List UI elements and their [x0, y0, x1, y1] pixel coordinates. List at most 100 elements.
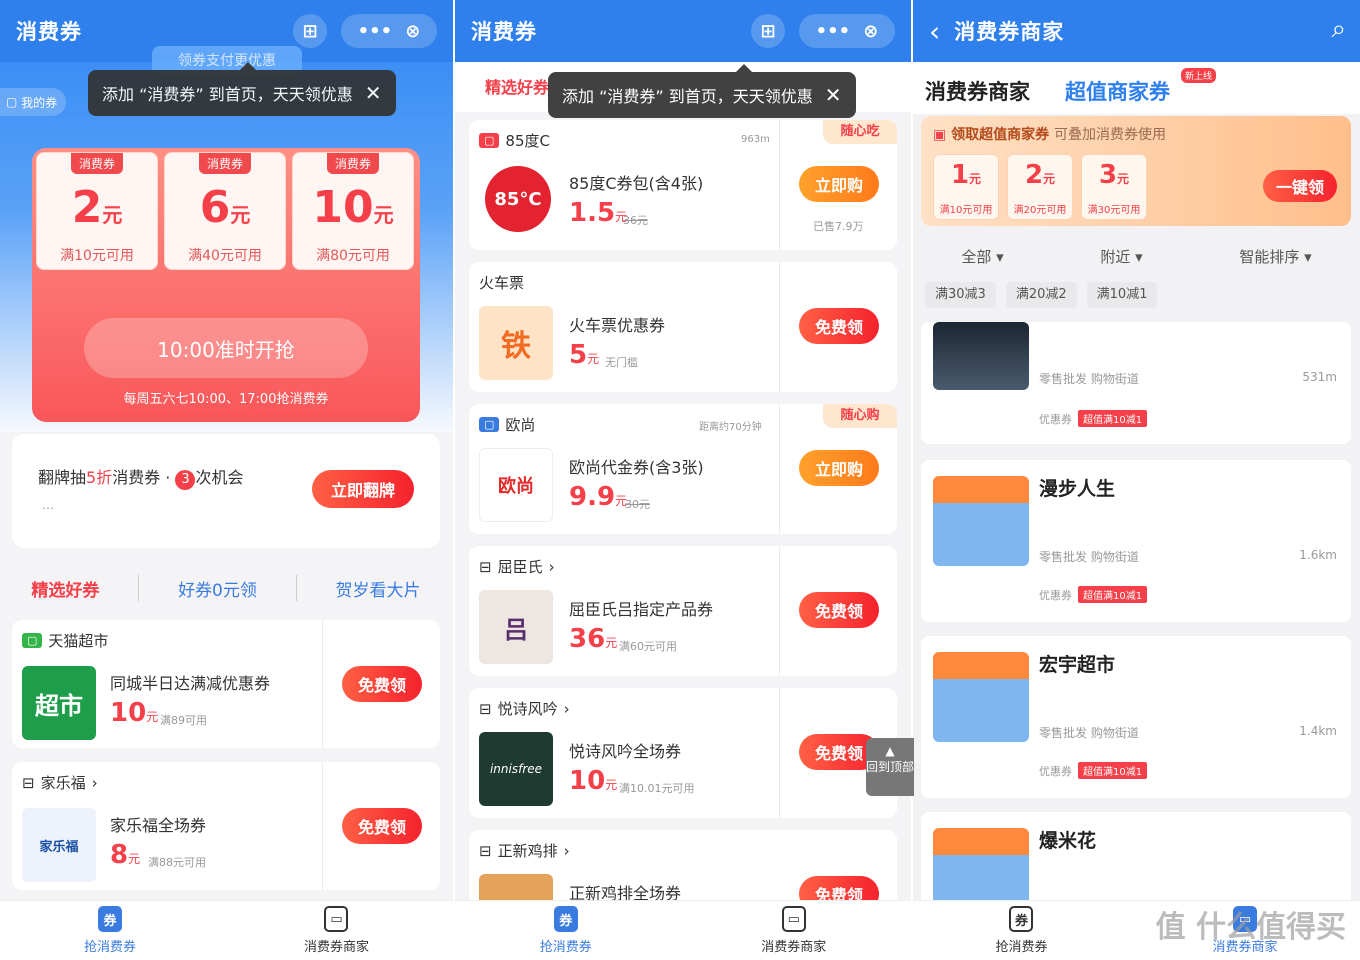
merchant-card[interactable]: 宏宇超市 零售批发 购物街道 1.4km 优惠券 超值满10减1	[921, 636, 1351, 798]
claim-free-button[interactable]: 免费领	[799, 308, 879, 344]
coupon-list-item[interactable]: ▢ 天猫超市 超市 同城半日达满减优惠券 10元 满89可用 免费领	[12, 620, 440, 748]
amount-unit: 元	[969, 172, 982, 186]
price-value: 36	[569, 624, 606, 654]
coupon-tag: 消费券	[326, 153, 379, 174]
filter-nearby[interactable]: 附近 ▾	[1100, 246, 1142, 267]
tab-divider	[295, 575, 297, 601]
amount-unit: 元	[102, 203, 123, 227]
shop-badge: ▢	[22, 633, 43, 648]
merchant-category: 零售批发 购物街道	[1039, 550, 1139, 564]
close-icon[interactable]: ✕	[825, 83, 842, 107]
filter-sort[interactable]: 智能排序 ▾	[1239, 246, 1311, 267]
mini-coupon: 2元 满20元可用	[1007, 154, 1073, 220]
chip-10-1[interactable]: 满10减1	[1086, 282, 1158, 308]
top-bar: ‹ 消费券商家 ⌕	[913, 0, 1360, 62]
claim-free-button[interactable]: 免费领	[342, 808, 422, 844]
coupon-amount: 2元	[37, 184, 157, 239]
mini-coupon-cond: 满20元可用	[1013, 205, 1067, 216]
tab-featured[interactable]: 精选好券	[31, 576, 99, 601]
tab-featured[interactable]: 精选好券	[485, 74, 549, 98]
merchant-card[interactable]: 零售批发 购物街道 531m 优惠券 超值满10减1	[921, 322, 1351, 444]
card-divider	[779, 262, 780, 392]
coupon-card[interactable]: 消费券 2元 满10元可用	[36, 152, 158, 270]
store-placeholder-icon	[933, 652, 1029, 742]
amount-value: 2	[71, 182, 103, 233]
grid-icon[interactable]: ⊞	[751, 14, 785, 48]
flip-lottery-card: 翻牌抽5折消费券 · 3 次机会 … 立即翻牌	[12, 434, 440, 548]
back-arrow-icon[interactable]: ‹	[929, 15, 940, 48]
page-title: 消费券商家	[954, 20, 1065, 44]
nav-merchants[interactable]: ▭ 消费券商家	[304, 906, 369, 955]
chip-30-3[interactable]: 满30减3	[925, 282, 996, 308]
coupon-card[interactable]: 消费券 6元 满40元可用	[164, 152, 286, 270]
coupon-name: 同城半日达满减优惠券	[110, 674, 271, 693]
nav-grab-coupons[interactable]: 券抢消费券	[84, 906, 136, 955]
tab-merchants[interactable]: 消费券商家	[925, 76, 1030, 106]
filter-bar: 全部 ▾ 附近 ▾ 智能排序 ▾	[913, 236, 1360, 276]
flip-now-button[interactable]: 立即翻牌	[312, 470, 414, 508]
filter-label: 智能排序	[1239, 247, 1300, 266]
amount-value: 6	[199, 182, 231, 233]
search-icon[interactable]: ⌕	[1331, 14, 1346, 45]
my-coupons-button[interactable]: ▢ 我的券	[0, 88, 66, 116]
claim-free-button[interactable]: 免费领	[342, 666, 422, 702]
more-icon[interactable]: •••	[816, 21, 851, 42]
coupon-price: 10元	[569, 766, 617, 796]
back-to-top-button[interactable]: ▲ 回到顶部	[866, 738, 914, 796]
buy-now-button[interactable]: 立即购	[799, 166, 879, 202]
grid-icon[interactable]: ⊞	[293, 14, 327, 48]
lottery-title: 翻牌抽5折消费券 · 3 次机会	[38, 464, 243, 490]
merchant-card[interactable]: 爆米花	[921, 812, 1351, 918]
coupon-price: 5元	[569, 340, 599, 370]
shop-name: 正新鸡排	[497, 842, 558, 860]
coupon-label: 优惠券	[1039, 589, 1072, 602]
amount-unit: 元	[230, 203, 251, 227]
tab-divider	[138, 575, 140, 601]
merchant-category: 零售批发 购物街道	[1039, 372, 1139, 386]
claim-free-button[interactable]: 免费领	[799, 592, 879, 628]
capsule-menu[interactable]: ••• ⊗	[799, 14, 895, 48]
price-unit: 元	[146, 710, 159, 724]
coupon-icon: 券	[1009, 906, 1034, 932]
close-icon[interactable]: ⊗	[863, 21, 878, 42]
close-icon[interactable]: ⊗	[405, 21, 420, 42]
coupon-list-item[interactable]: ⊟ 屈臣氏 › 吕 屈臣氏吕指定产品券 36元 满60元可用 免费领	[469, 546, 897, 676]
nav-label: 消费券商家	[761, 940, 827, 955]
close-icon[interactable]: ✕	[365, 81, 382, 105]
merchants-panel: ‹ 消费券商家 ⌕ 消费券商家 超值商家券 新上线 ▣ 领取超值商家券 可叠加消…	[913, 0, 1360, 960]
tab-movies[interactable]: 贺岁看大片	[336, 576, 421, 601]
nav-grab-coupons[interactable]: 券抢消费券	[540, 906, 592, 955]
buy-now-button[interactable]: 立即购	[799, 450, 879, 486]
price-unit: 元	[605, 636, 618, 650]
coupon-list-item[interactable]: ⊟ 家乐福 › 家乐福 家乐福全场券 8元 满88元可用 免费领	[12, 762, 440, 890]
more-icon[interactable]: •••	[358, 21, 393, 42]
store-icon: ▭	[781, 906, 806, 932]
amount-unit: 元	[373, 203, 394, 227]
tab-free[interactable]: 好券0元领	[178, 576, 257, 601]
tab-premium-coupons[interactable]: 超值商家券	[1065, 76, 1170, 106]
coupon-condition: 满88元可用	[148, 856, 206, 869]
shop-label: ⊟ 家乐福 ›	[22, 772, 98, 793]
shop-name: 火车票	[479, 274, 525, 292]
my-coupons-label: 我的券	[21, 95, 58, 110]
coupon-line: 优惠券 超值满10减1	[1039, 586, 1148, 603]
filter-all[interactable]: 全部 ▾	[961, 246, 1003, 267]
shop-name: 天猫超市	[48, 632, 109, 650]
coupon-icon: 券	[553, 906, 578, 932]
coupon-list-item[interactable]: ⊟ 悦诗风吟 › innisfree 悦诗风吟全场券 10元 满10.01元可用 免…	[469, 688, 897, 818]
price-unit: 元	[128, 852, 141, 866]
amount-value: 3	[1098, 160, 1118, 190]
capsule-menu[interactable]: ••• ⊗	[341, 14, 437, 48]
chip-20-2[interactable]: 满20减2	[1005, 282, 1077, 308]
card-divider	[322, 620, 323, 748]
claim-all-button[interactable]: 一键领	[1263, 170, 1337, 202]
nav-merchants[interactable]: ▭ 消费券商家	[761, 906, 826, 955]
coupon-card[interactable]: 消费券 10元 满80元可用	[292, 152, 414, 270]
merchant-card[interactable]: 漫步人生 零售批发 购物街道 1.6km 优惠券 超值满10减1	[921, 460, 1351, 622]
coupon-list-item[interactable]: 火车票 铁 火车票优惠券 5元 无门槛 免费领	[469, 262, 897, 392]
nav-grab-coupons[interactable]: 券抢消费券	[995, 906, 1048, 955]
coupon-list-item[interactable]: ▢ 欧尚 距离约70分钟 欧尚 欧尚代金券(含3张) 9.9元 30元 随心购 立…	[469, 404, 897, 534]
start-grab-button[interactable]: 10:00准时开抢	[84, 318, 368, 378]
coupon-list-item[interactable]: ▢ 85度C 963m 85°C 85度C券包(含4张) 1.5元 36元 随心吃…	[469, 120, 897, 250]
store-placeholder-icon	[933, 476, 1029, 566]
